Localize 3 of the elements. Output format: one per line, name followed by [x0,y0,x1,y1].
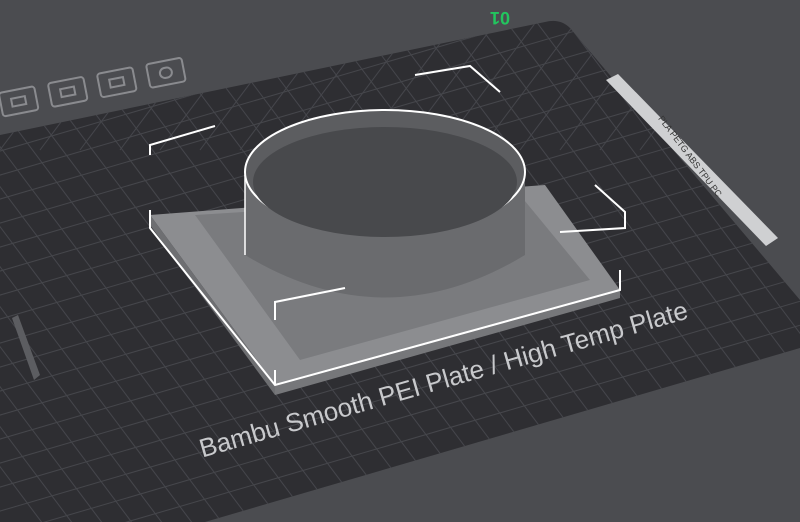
plate-slot [12,315,40,380]
plate-number: 01 [490,7,510,30]
plate-label: Bambu Smooth PEI Plate / High Temp Plate [194,294,692,466]
